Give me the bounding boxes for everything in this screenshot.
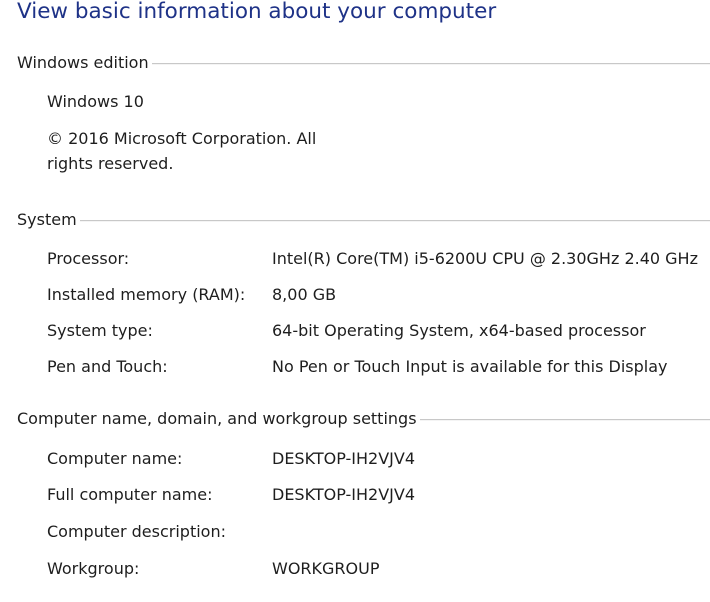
computer-description-label: Computer description:	[47, 522, 226, 541]
pen-and-touch-value: No Pen or Touch Input is available for t…	[272, 357, 668, 376]
section-computer-name: Computer name, domain, and workgroup set…	[17, 408, 710, 428]
full-computer-name-value: DESKTOP-IH2VJV4	[272, 485, 415, 504]
section-divider	[151, 62, 710, 65]
system-type-label: System type:	[47, 321, 153, 340]
section-header-system: System	[17, 209, 77, 229]
section-header-windows-edition: Windows edition	[17, 52, 149, 72]
copyright-line-2: rights reserved.	[47, 154, 174, 173]
workgroup-value: WORKGROUP	[272, 559, 380, 578]
processor-label: Processor:	[47, 249, 130, 268]
section-system: System	[17, 209, 710, 229]
section-header-computer-name: Computer name, domain, and workgroup set…	[17, 408, 417, 428]
full-computer-name-label: Full computer name:	[47, 485, 213, 504]
pen-and-touch-label: Pen and Touch:	[47, 357, 168, 376]
section-windows-edition: Windows edition	[17, 52, 710, 72]
installed-memory-value: 8,00 GB	[272, 285, 337, 304]
section-divider	[79, 219, 710, 222]
copyright-line-1: © 2016 Microsoft Corporation. All	[47, 129, 317, 148]
windows-edition-name: Windows 10	[47, 92, 144, 111]
workgroup-label: Workgroup:	[47, 559, 140, 578]
system-type-value: 64-bit Operating System, x64-based proce…	[272, 321, 646, 340]
processor-value: Intel(R) Core(TM) i5-6200U CPU @ 2.30GHz…	[272, 249, 698, 268]
installed-memory-label: Installed memory (RAM):	[47, 285, 246, 304]
page-title: View basic information about your comput…	[17, 0, 497, 24]
computer-name-label: Computer name:	[47, 449, 183, 468]
section-divider	[419, 418, 710, 421]
computer-name-value: DESKTOP-IH2VJV4	[272, 449, 415, 468]
